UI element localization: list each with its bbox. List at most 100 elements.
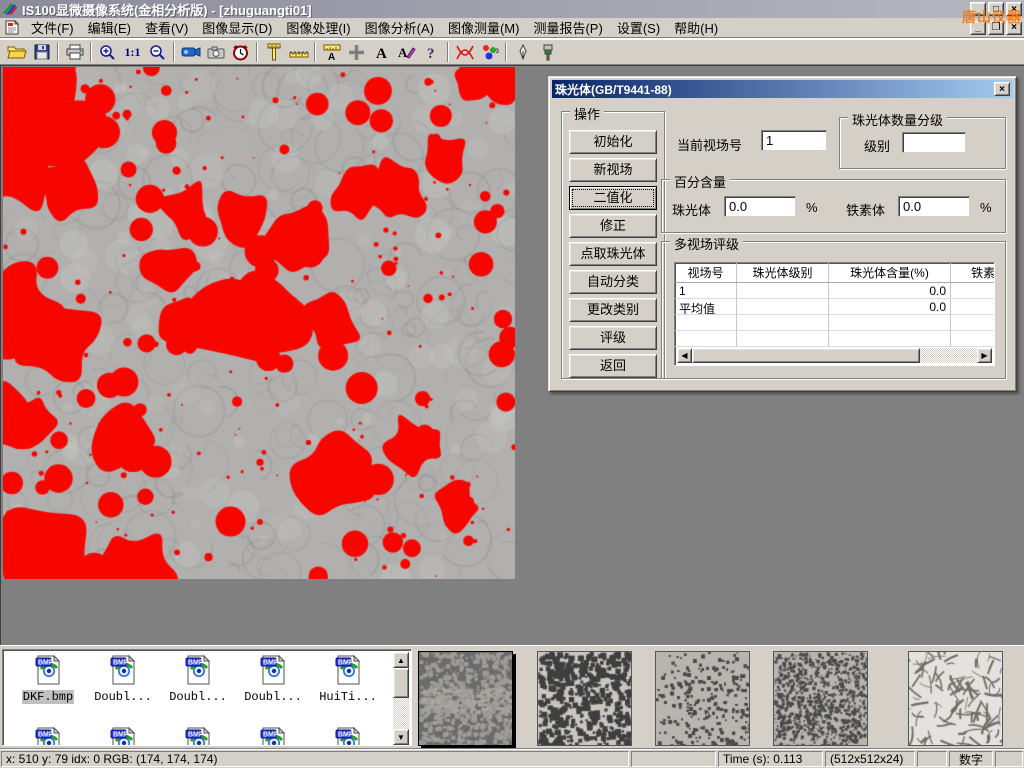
menu-measure-report[interactable]: 测量报告(P)	[526, 16, 609, 39]
file-browser[interactable]: BMP DKF.bmp BMP Doubl... BMP Doubl...	[2, 649, 412, 746]
file-item[interactable]: BMP HuiTi...	[315, 654, 381, 704]
pick-pearlite-button[interactable]: 点取珠光体	[569, 242, 657, 266]
table-row[interactable]: 平均值 0.0	[675, 299, 994, 315]
curve-tool-icon[interactable]	[452, 41, 477, 63]
bmp-file-icon: BMP	[257, 726, 289, 746]
minimize-button[interactable]: _	[970, 2, 986, 16]
scrollbar-thumb[interactable]	[393, 668, 409, 698]
file-item-partial[interactable]: BMP	[165, 726, 231, 746]
caliper-icon[interactable]	[261, 41, 286, 63]
cell-grade	[737, 299, 829, 315]
svg-text:A: A	[398, 45, 408, 60]
current-field-input[interactable]	[761, 130, 827, 151]
status-empty-panel	[631, 751, 716, 767]
file-name: DKF.bmp	[22, 690, 74, 704]
menu-view[interactable]: 查看(V)	[138, 16, 195, 39]
menu-help[interactable]: 帮助(H)	[667, 16, 725, 39]
toolbar-separator	[90, 42, 92, 62]
grid-tool-icon[interactable]	[344, 41, 369, 63]
close-button[interactable]: ×	[1006, 2, 1022, 16]
thumbnail-4[interactable]	[773, 651, 868, 746]
text-label-icon[interactable]: A	[369, 41, 394, 63]
ferrite-percent-input[interactable]	[898, 196, 970, 217]
pen-tool-icon[interactable]	[510, 41, 535, 63]
mdi-restore-button[interactable]: ❐	[988, 21, 1004, 35]
file-item-partial[interactable]: BMP	[315, 726, 381, 746]
file-name: Doubl...	[93, 690, 153, 704]
file-item[interactable]: BMP Doubl...	[165, 654, 231, 704]
maximize-button[interactable]: □	[988, 2, 1004, 16]
scale-calibration-icon[interactable]: A	[319, 41, 344, 63]
brush-tool-icon[interactable]	[535, 41, 560, 63]
file-item[interactable]: BMP Doubl...	[240, 654, 306, 704]
thumbnail-1[interactable]	[418, 651, 513, 746]
cell-field-no: 平均值	[675, 299, 737, 315]
menu-file[interactable]: 文件(F)	[24, 16, 81, 39]
return-button[interactable]: 返回	[569, 354, 657, 378]
actual-size-icon[interactable]: 1:1	[120, 41, 145, 63]
correct-button[interactable]: 修正	[569, 214, 657, 238]
mdi-minimize-button[interactable]: _	[970, 21, 986, 35]
multifield-table[interactable]: 视场号 珠光体级别 珠光体含量(%) 铁素体含量(%) 1 0.0 平均值 0.…	[674, 262, 995, 366]
open-folder-icon[interactable]	[4, 41, 29, 63]
scroll-right-icon[interactable]: ▶	[977, 348, 992, 363]
zoom-out-icon[interactable]	[145, 41, 170, 63]
micrograph-image[interactable]	[3, 67, 515, 579]
file-item-partial[interactable]: BMP	[240, 726, 306, 746]
cell-ferrite	[951, 283, 995, 299]
thumbnail-3[interactable]	[655, 651, 750, 746]
file-item-partial[interactable]: BMP	[90, 726, 156, 746]
file-list-scrollbar[interactable]: ▲ ▼	[393, 652, 409, 745]
change-class-button[interactable]: 更改类别	[569, 298, 657, 322]
scroll-left-icon[interactable]: ◀	[677, 348, 692, 363]
pearlite-percent-input[interactable]	[724, 196, 796, 217]
save-floppy-icon[interactable]	[29, 41, 54, 63]
auto-classify-button[interactable]: 自动分类	[569, 270, 657, 294]
scroll-up-icon[interactable]: ▲	[393, 652, 409, 668]
svg-text:BMP: BMP	[38, 732, 54, 739]
init-button[interactable]: 初始化	[569, 130, 657, 154]
new-field-button[interactable]: 新视场	[569, 158, 657, 182]
scrollbar-track[interactable]	[920, 348, 977, 363]
table-horizontal-scrollbar[interactable]: ◀ ▶	[677, 348, 992, 363]
file-item-partial[interactable]: BMP	[15, 726, 81, 746]
menu-image-analysis[interactable]: 图像分析(A)	[358, 16, 441, 39]
binarize-button[interactable]: 二值化	[569, 186, 657, 210]
menu-image-measure[interactable]: 图像测量(M)	[441, 16, 527, 39]
menu-image-display[interactable]: 图像显示(D)	[195, 16, 279, 39]
document-icon[interactable]	[4, 20, 20, 35]
scrollbar-thumb[interactable]	[692, 348, 920, 363]
menu-image-processing[interactable]: 图像处理(I)	[279, 16, 357, 39]
ruler-icon[interactable]	[286, 41, 311, 63]
col-ferrite-content: 铁素体含量(%)	[951, 263, 995, 282]
pearlite-percent-sign: %	[806, 200, 818, 215]
col-field-no: 视场号	[675, 263, 737, 282]
file-item[interactable]: BMP Doubl...	[90, 654, 156, 704]
dialog-close-icon[interactable]: ×	[994, 82, 1010, 96]
svg-text:3: 3	[495, 49, 499, 55]
scroll-down-icon[interactable]: ▼	[393, 729, 409, 745]
status-empty-panel	[995, 751, 1023, 767]
mdi-close-button[interactable]: ×	[1006, 21, 1022, 35]
bmp-file-icon: BMP	[182, 726, 214, 746]
print-icon[interactable]	[62, 41, 87, 63]
class-points-icon[interactable]: 3	[477, 41, 502, 63]
photo-camera-icon[interactable]	[203, 41, 228, 63]
thumbnail-2[interactable]	[537, 651, 632, 746]
svg-text:BMP: BMP	[188, 732, 204, 739]
svg-text:BMP: BMP	[113, 660, 129, 667]
zoom-in-icon[interactable]	[95, 41, 120, 63]
table-row[interactable]: 1 0.0	[675, 283, 994, 299]
menu-edit[interactable]: 编辑(E)	[81, 16, 138, 39]
timer-clock-icon[interactable]	[228, 41, 253, 63]
text-edit-icon[interactable]: A	[394, 41, 419, 63]
multifield-group: 多视场评级 视场号 珠光体级别 珠光体含量(%) 铁素体含量(%) 1 0.0 …	[661, 241, 1006, 379]
menu-settings[interactable]: 设置(S)	[610, 16, 667, 39]
dialog-title-bar[interactable]: 珠光体(GB/T9441-88) ×	[552, 80, 1013, 98]
grade-input[interactable]	[902, 132, 966, 153]
rate-button[interactable]: 评级	[569, 326, 657, 350]
thumbnail-5[interactable]	[908, 651, 1003, 746]
help-icon[interactable]: ?	[419, 41, 444, 63]
file-item[interactable]: BMP DKF.bmp	[15, 654, 81, 704]
video-camera-icon[interactable]	[178, 41, 203, 63]
